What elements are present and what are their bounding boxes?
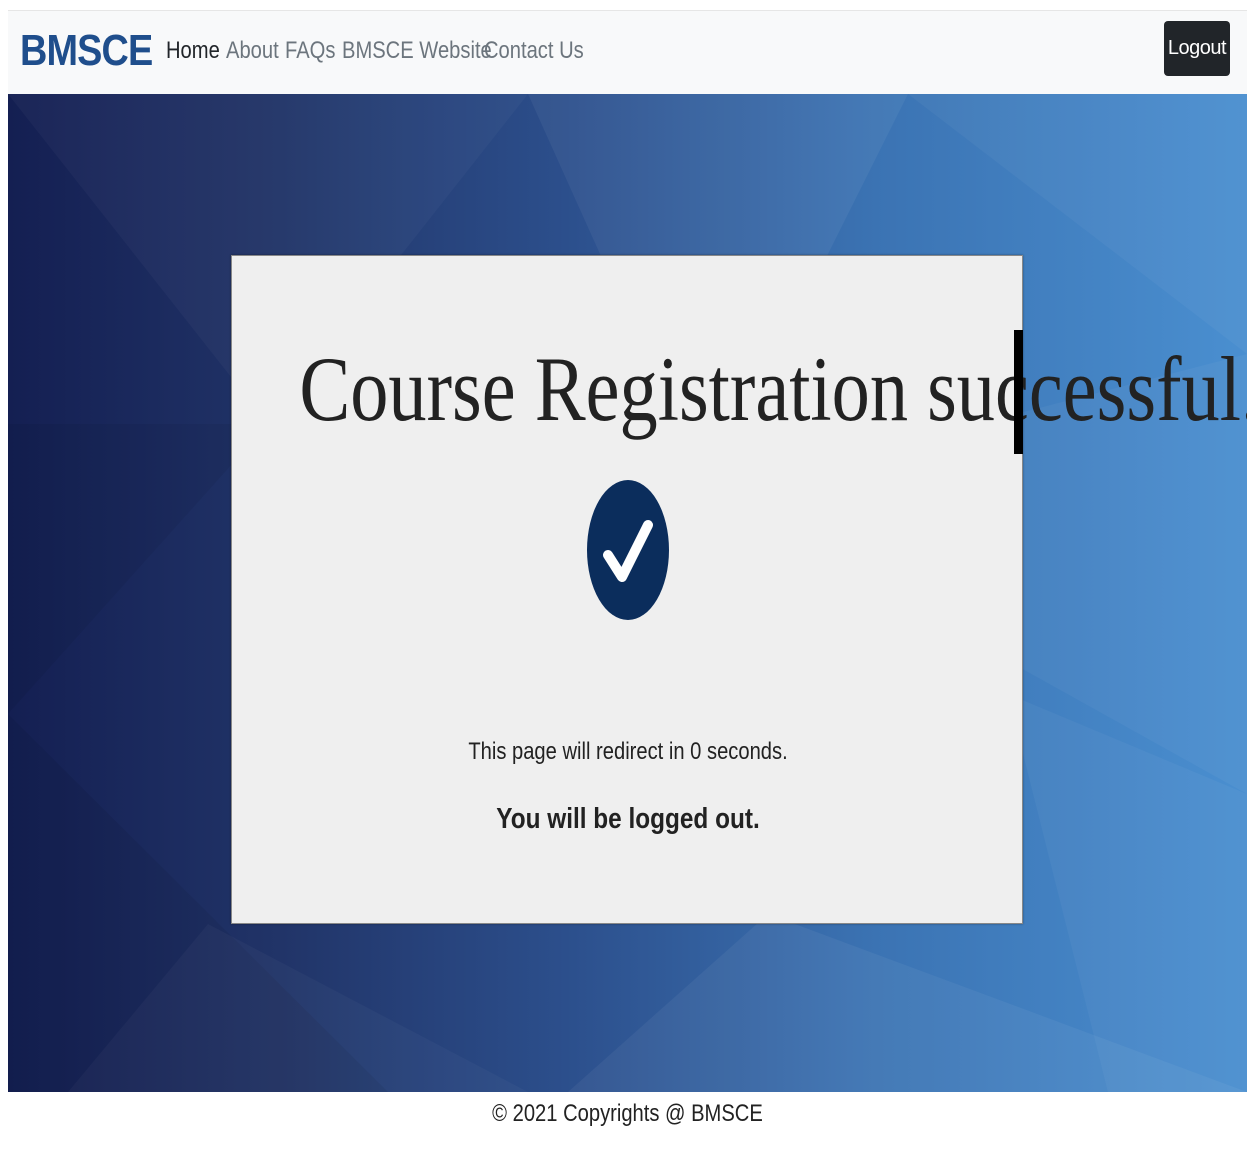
nav-link-bmsce-website[interactable]: BMSCE Website	[342, 37, 492, 65]
footer-copyright: © 2021 Copyrights @ BMSCE	[492, 1100, 763, 1127]
nav-links: Home About FAQs BMSCE Website Contact Us	[166, 35, 584, 67]
logout-button[interactable]: Logout	[1164, 21, 1230, 76]
redirect-message: This page will redirect in 0 seconds.	[468, 738, 788, 765]
check-circle-icon	[586, 479, 670, 621]
navbar: BMSCE Home About FAQs BMSCE Website Cont…	[8, 10, 1247, 94]
hero-background: Course Registration successful. This pag…	[8, 94, 1247, 1092]
nav-link-faqs[interactable]: FAQs	[285, 37, 335, 65]
brand-logo[interactable]: BMSCE	[20, 25, 153, 77]
text-cursor	[1014, 330, 1023, 454]
registration-success-card: Course Registration successful. This pag…	[231, 255, 1247, 924]
success-title: Course Registration successful.	[299, 338, 1247, 440]
footer: © 2021 Copyrights @ BMSCE	[8, 1092, 1247, 1153]
nav-link-home[interactable]: Home	[166, 37, 220, 65]
nav-link-about[interactable]: About	[226, 37, 279, 65]
page: BMSCE Home About FAQs BMSCE Website Cont…	[8, 10, 1247, 1153]
nav-link-contact-us[interactable]: Contact Us	[484, 37, 584, 65]
logout-message: You will be logged out.	[496, 803, 760, 835]
